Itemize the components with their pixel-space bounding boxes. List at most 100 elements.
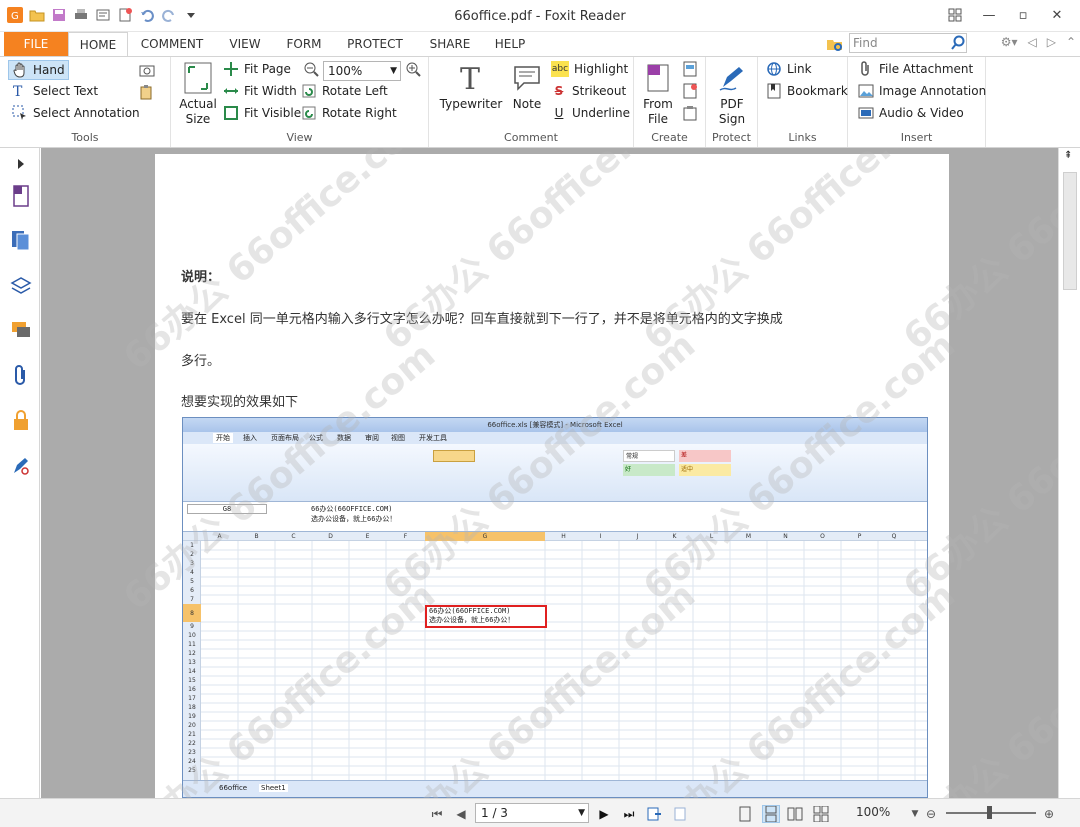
page-thumbnails-icon[interactable] — [9, 184, 33, 208]
link-button[interactable]: Link — [766, 61, 812, 77]
settings-icon[interactable]: ⚙▾ — [1001, 35, 1018, 49]
last-page-icon[interactable]: ⏭ — [620, 805, 638, 823]
excel-column-header: E — [365, 533, 370, 540]
tab-home[interactable]: HOME — [68, 32, 128, 57]
create-blank-icon[interactable] — [682, 83, 698, 99]
paperclip-icon — [858, 61, 874, 77]
first-page-icon[interactable]: ⏮ — [428, 805, 446, 823]
tab-share[interactable]: SHARE — [422, 32, 478, 56]
ribbon-collapse-icon[interactable]: ⌃ — [1066, 35, 1076, 49]
excel-tab: 页面布局 — [271, 434, 299, 442]
underline-icon: U — [554, 106, 564, 120]
excel-cell-line1: 66办公(66OFFICE.COM) — [429, 607, 511, 615]
excel-tab: 开始 — [213, 433, 233, 443]
file-attachment-button[interactable]: File Attachment — [858, 61, 973, 77]
select-annotation-button[interactable]: Select Annotation — [12, 105, 140, 121]
layout-icon[interactable] — [938, 4, 972, 26]
excel-style-bad: 差 — [679, 450, 731, 462]
group-protect: PDF Sign Protect — [706, 57, 758, 147]
excel-tab: 数据 — [337, 434, 351, 442]
rotate-right-button[interactable]: Rotate Right — [301, 105, 397, 121]
audio-video-button[interactable]: Audio & Video — [858, 105, 964, 121]
fit-visible-button[interactable]: Fit Visible — [223, 105, 301, 121]
next-view-icon[interactable] — [670, 805, 688, 823]
hand-tool-button[interactable]: Hand — [8, 60, 69, 80]
tab-file[interactable]: FILE — [4, 32, 68, 56]
nav-back-icon[interactable]: ◁ — [1027, 35, 1036, 49]
excel-ribbon: 常规 差 好 适中 — [183, 444, 927, 502]
excel-sheet-tab: 66office — [219, 784, 248, 792]
excel-row-header: 3 — [190, 560, 194, 567]
zoom-in-button[interactable]: ⊕ — [1040, 805, 1058, 823]
tab-protect[interactable]: PROTECT — [340, 32, 410, 56]
single-page-icon[interactable] — [736, 805, 754, 823]
note-button[interactable]: Note — [507, 61, 547, 112]
page-number-select[interactable]: 1 / 3 ▼ — [475, 803, 589, 823]
continuous-page-icon[interactable] — [762, 805, 780, 823]
tab-form[interactable]: FORM — [280, 32, 328, 56]
zoom-out-icon[interactable] — [303, 61, 319, 77]
excel-selected-cell: 66办公(66OFFICE.COM) 选办公设备，就上66办公！ — [425, 605, 547, 628]
typewriter-icon: T — [454, 61, 488, 95]
create-pdf-icon[interactable] — [682, 61, 698, 77]
comments-icon[interactable] — [9, 318, 33, 342]
document-viewport: 说明： 要在 Excel 同一单元格内输入多行文字怎么办呢？回车直接就到下一行了… — [41, 148, 1058, 798]
strikeout-icon: S — [554, 84, 564, 98]
minimize-button[interactable]: — — [972, 4, 1006, 26]
previous-view-icon[interactable] — [645, 805, 663, 823]
excel-tabs: 开始 插入 页面布局 公式 数据 审阅 视图 开发工具 — [183, 432, 927, 444]
maximize-button[interactable]: ▫ — [1006, 4, 1040, 26]
layers-icon[interactable] — [9, 274, 33, 298]
excel-column-header: N — [783, 533, 788, 540]
pages-icon[interactable] — [9, 228, 33, 252]
create-clipboard-icon[interactable] — [682, 105, 698, 121]
typewriter-button[interactable]: T Typewriter — [439, 61, 503, 112]
group-comment: T Typewriter Note abc Highlight S Strikeou… — [429, 57, 634, 147]
bookmark-button[interactable]: Bookmark — [766, 83, 848, 99]
security-lock-icon[interactable] — [9, 408, 33, 432]
fit-page-button[interactable]: Fit Page — [223, 61, 291, 77]
underline-button[interactable]: U Underline — [551, 105, 630, 121]
zoom-select[interactable]: 100% ▼ — [323, 61, 401, 81]
tab-help[interactable]: HELP — [488, 32, 532, 56]
fit-width-button[interactable]: Fit Width — [223, 83, 297, 99]
actual-size-button[interactable]: Actual Size — [177, 61, 219, 127]
clipboard-icon[interactable] — [139, 84, 155, 100]
select-text-button[interactable]: T Select Text — [12, 83, 98, 99]
previous-page-icon[interactable]: ◀ — [452, 805, 470, 823]
image-annotation-button[interactable]: Image Annotation — [858, 83, 986, 99]
zoom-in-icon[interactable] — [405, 61, 421, 77]
excel-cell-line2: 选办公设备，就上66办公！ — [429, 616, 515, 624]
left-navigation-panel — [0, 148, 40, 798]
find-folder-icon[interactable] — [826, 35, 844, 56]
excel-row-header: 23 — [188, 749, 196, 756]
pdf-sign-button[interactable]: PDF Sign — [712, 61, 752, 127]
expand-panel-icon[interactable] — [9, 152, 33, 176]
close-button[interactable]: ✕ — [1040, 4, 1074, 26]
facing-page-icon[interactable] — [786, 805, 804, 823]
next-page-icon[interactable]: ▶ — [595, 805, 613, 823]
excel-column-header: D — [328, 533, 333, 540]
snapshot-icon[interactable] — [139, 62, 155, 78]
highlight-button[interactable]: abc Highlight — [551, 61, 628, 77]
continuous-facing-icon[interactable] — [812, 805, 830, 823]
tab-comment[interactable]: COMMENT — [134, 32, 210, 56]
excel-gridlines — [201, 541, 927, 782]
strikeout-button[interactable]: S Strikeout — [551, 83, 626, 99]
from-file-button[interactable]: From File — [638, 61, 678, 127]
signatures-icon[interactable] — [9, 454, 33, 478]
attachments-icon[interactable] — [9, 364, 33, 388]
split-icon[interactable]: ⇞ — [1064, 150, 1072, 161]
zoom-slider-knob[interactable] — [987, 806, 992, 819]
zoom-out-button[interactable]: ⊖ — [922, 805, 940, 823]
excel-column-header: G — [482, 533, 488, 540]
tab-view[interactable]: VIEW — [222, 32, 268, 56]
zoom-level[interactable]: 100% — [856, 805, 890, 819]
select-text-icon: T — [12, 83, 28, 99]
search-icon[interactable] — [950, 35, 966, 51]
nav-forward-icon[interactable]: ▷ — [1047, 35, 1056, 49]
rotate-left-button[interactable]: Rotate Left — [301, 83, 388, 99]
vertical-scrollbar[interactable]: ⇞ — [1058, 148, 1080, 798]
scroll-thumb[interactable] — [1063, 172, 1077, 290]
chevron-down-icon: ▼ — [390, 66, 397, 76]
